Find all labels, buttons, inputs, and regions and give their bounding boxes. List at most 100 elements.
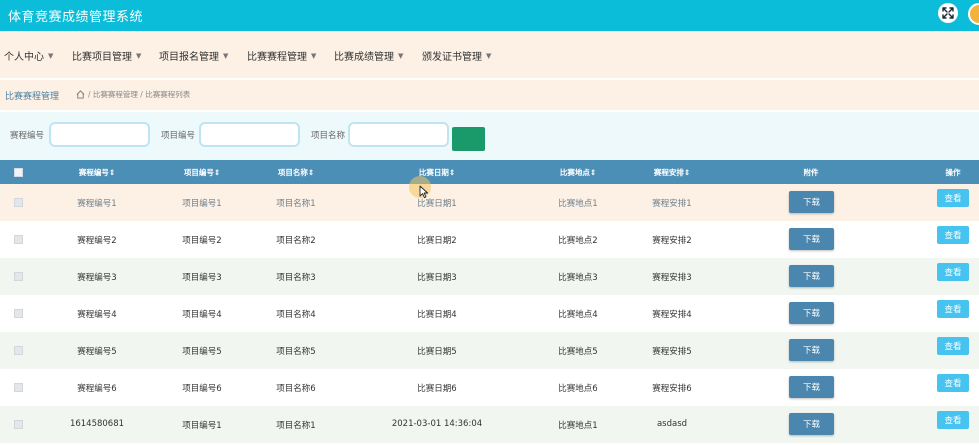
- caret-down-icon: ▼: [398, 51, 404, 60]
- schedule-arrangement-cell: 赛程安排5: [652, 347, 692, 357]
- view-button[interactable]: 查看: [937, 337, 969, 355]
- table-row[interactable]: 1614580681 项目编号1 项目名称1 2021-03-01 14:36:…: [0, 406, 979, 443]
- schedule-arrangement-cell: 赛程安排3: [652, 273, 692, 283]
- column-header[interactable]: 项目名称⇕: [278, 167, 314, 178]
- view-button[interactable]: 查看: [937, 411, 969, 429]
- project-name-cell: 项目名称1: [276, 421, 316, 431]
- table-row[interactable]: 赛程编号5 项目编号5 项目名称5 比赛日期5 比赛地点5 赛程安排5 下载 查…: [0, 332, 979, 369]
- download-button[interactable]: 下载: [789, 191, 834, 213]
- match-date-cell: 比赛日期4: [417, 310, 457, 320]
- match-date-cell: 比赛日期5: [417, 347, 457, 357]
- table-row[interactable]: 赛程编号2 项目编号2 项目名称2 比赛日期2 比赛地点2 赛程安排2 下载 查…: [0, 221, 979, 258]
- row-checkbox[interactable]: [14, 346, 23, 355]
- view-button[interactable]: 查看: [937, 226, 969, 244]
- schedule-no-input[interactable]: [49, 122, 150, 147]
- nav-item-label: 比赛成绩管理: [334, 52, 394, 63]
- column-header[interactable]: 比赛日期⇕: [419, 167, 455, 178]
- download-button[interactable]: 下载: [789, 228, 834, 250]
- caret-down-icon: ▼: [486, 51, 492, 60]
- caret-down-icon: ▼: [48, 51, 54, 60]
- nav-item-schedule-management[interactable]: 比赛赛程管理 ▼: [247, 48, 317, 64]
- project-no-cell: 项目编号1: [182, 421, 222, 431]
- top-bar: 体育竞赛成绩管理系统: [0, 0, 979, 31]
- column-header[interactable]: 赛程安排⇕: [654, 167, 690, 178]
- fullscreen-button[interactable]: [938, 3, 958, 23]
- project-no-cell: 项目编号6: [182, 384, 222, 394]
- view-button[interactable]: 查看: [937, 263, 969, 281]
- match-venue-cell: 比赛地点1: [558, 199, 598, 209]
- match-date-cell: 2021-03-01 14:36:04: [391, 419, 483, 429]
- row-checkbox[interactable]: [14, 420, 23, 429]
- app-title: 体育竞赛成绩管理系统: [8, 10, 144, 25]
- schedule-no-cell: 赛程编号6: [77, 384, 117, 394]
- schedule-arrangement-cell: 赛程安排4: [652, 310, 692, 320]
- row-checkbox[interactable]: [14, 235, 23, 244]
- nav-item-certificate-management[interactable]: 颁发证书管理 ▼: [422, 48, 492, 64]
- column-header[interactable]: 项目编号⇕: [184, 167, 220, 178]
- nav-item-label: 个人中心: [4, 52, 44, 63]
- search-bar: 赛程编号 项目编号 项目名称: [0, 112, 979, 160]
- table-row[interactable]: 赛程编号1 项目编号1 项目名称1 比赛日期1 比赛地点1 赛程安排1 下载 查…: [0, 184, 979, 221]
- table-header: 赛程编号⇕ 项目编号⇕ 项目名称⇕ 比赛日期⇕ 比赛地点⇕ 赛程安排⇕ 附件 操…: [0, 160, 979, 184]
- home-icon[interactable]: [76, 90, 85, 99]
- project-no-label: 项目编号: [161, 131, 196, 141]
- main-nav: 个人中心 ▼ 比赛项目管理 ▼ 项目报名管理 ▼ 比赛赛程管理 ▼ 比赛成绩管理…: [0, 31, 979, 78]
- table-row[interactable]: 赛程编号6 项目编号6 项目名称6 比赛日期6 比赛地点6 赛程安排6 下载 查…: [0, 369, 979, 406]
- download-button[interactable]: 下载: [789, 302, 834, 324]
- user-avatar[interactable]: [968, 3, 979, 25]
- row-checkbox[interactable]: [14, 272, 23, 281]
- column-header[interactable]: 赛程编号⇕: [79, 167, 115, 178]
- match-venue-cell: 比赛地点2: [558, 236, 598, 246]
- project-name-cell: 项目名称2: [276, 236, 316, 246]
- caret-down-icon: ▼: [223, 51, 229, 60]
- row-checkbox[interactable]: [14, 198, 23, 207]
- nav-item-personal-center[interactable]: 个人中心 ▼: [4, 48, 54, 64]
- page-title: 比赛赛程管理: [5, 92, 60, 102]
- view-button[interactable]: 查看: [937, 300, 969, 318]
- download-button[interactable]: 下载: [789, 339, 834, 361]
- project-name-cell: 项目名称4: [276, 310, 316, 320]
- project-no-cell: 项目编号2: [182, 236, 222, 246]
- fullscreen-icon: [942, 7, 954, 19]
- download-button[interactable]: 下载: [789, 265, 834, 287]
- nav-item-label: 颁发证书管理: [422, 52, 482, 63]
- breadcrumb-text: / 比赛赛程管理 / 比赛赛程列表: [88, 90, 191, 99]
- search-button[interactable]: [452, 127, 485, 151]
- schedule-no-cell: 赛程编号4: [77, 310, 117, 320]
- schedule-arrangement-cell: 赛程安排1: [652, 199, 692, 209]
- match-venue-cell: 比赛地点3: [558, 273, 598, 283]
- column-header[interactable]: 比赛地点⇕: [560, 167, 596, 178]
- row-checkbox[interactable]: [14, 383, 23, 392]
- row-checkbox[interactable]: [14, 309, 23, 318]
- nav-item-event-management[interactable]: 比赛项目管理 ▼: [72, 48, 141, 64]
- table-row[interactable]: 赛程编号3 项目编号3 项目名称3 比赛日期3 比赛地点3 赛程安排3 下载 查…: [0, 258, 979, 295]
- view-button[interactable]: 查看: [937, 374, 969, 392]
- nav-item-label: 项目报名管理: [159, 52, 219, 63]
- breadcrumb: 比赛赛程管理 / 比赛赛程管理 / 比赛赛程列表: [0, 80, 979, 110]
- schedule-arrangement-cell: asdasd: [656, 419, 688, 429]
- download-button[interactable]: 下载: [789, 413, 834, 435]
- schedule-arrangement-cell: 赛程安排6: [652, 384, 692, 394]
- breadcrumb-path: / 比赛赛程管理 / 比赛赛程列表: [76, 89, 190, 100]
- schedule-no-cell: 1614580681: [69, 419, 125, 429]
- match-venue-cell: 比赛地点1: [558, 421, 598, 431]
- schedule-no-cell: 赛程编号1: [77, 199, 117, 209]
- download-button[interactable]: 下载: [789, 376, 834, 398]
- project-name-input[interactable]: [348, 122, 449, 147]
- nav-item-registration-management[interactable]: 项目报名管理 ▼: [159, 48, 229, 64]
- view-button[interactable]: 查看: [937, 189, 969, 207]
- project-no-cell: 项目编号5: [182, 347, 222, 357]
- schedule-no-label: 赛程编号: [10, 131, 45, 141]
- project-name-cell: 项目名称3: [276, 273, 316, 283]
- schedule-no-cell: 赛程编号3: [77, 273, 117, 283]
- select-all-checkbox[interactable]: [14, 168, 23, 177]
- match-venue-cell: 比赛地点5: [558, 347, 598, 357]
- project-name-label: 项目名称: [311, 131, 346, 141]
- match-venue-cell: 比赛地点6: [558, 384, 598, 394]
- project-no-cell: 项目编号1: [182, 199, 222, 209]
- schedule-table: 赛程编号⇕ 项目编号⇕ 项目名称⇕ 比赛日期⇕ 比赛地点⇕ 赛程安排⇕ 附件 操…: [0, 160, 979, 445]
- caret-down-icon: ▼: [311, 51, 317, 60]
- project-no-input[interactable]: [199, 122, 300, 147]
- nav-item-score-management[interactable]: 比赛成绩管理 ▼: [334, 48, 404, 64]
- table-row[interactable]: 赛程编号4 项目编号4 项目名称4 比赛日期4 比赛地点4 赛程安排4 下载 查…: [0, 295, 979, 332]
